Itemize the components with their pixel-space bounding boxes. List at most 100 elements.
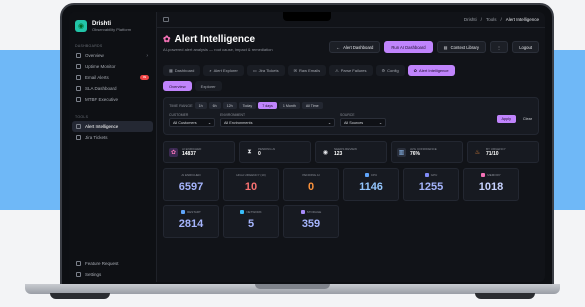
- breadcrumb-root[interactable]: Drishti: [464, 17, 477, 22]
- network-icon: [240, 210, 245, 214]
- card-value: 2814: [178, 218, 204, 230]
- tab-raw-emails[interactable]: ✉ Raw Emails: [287, 65, 327, 76]
- metric-card-storage[interactable]: STORAGE 359: [283, 205, 339, 238]
- apply-button[interactable]: Apply: [496, 115, 516, 123]
- alert-dashboard-label: Alert Dashboard: [343, 44, 374, 50]
- tab-label: Raw Emails: [299, 68, 321, 73]
- tab-label: Parse Failures: [340, 68, 367, 73]
- breadcrumb-separator: /: [480, 17, 482, 22]
- tab-parse-failures[interactable]: ⚠ Parse Failures: [329, 65, 373, 76]
- card-label: MEMORY: [487, 173, 501, 177]
- brain-icon: ✿: [163, 34, 171, 44]
- stat-value: 123: [334, 151, 343, 157]
- topbar: Drishti / Tools / Alert Intelligence: [157, 12, 545, 28]
- brain-icon: [76, 124, 81, 129]
- card-value: 5: [247, 218, 255, 230]
- sidebar-item-mtbf[interactable]: MTBF Executive: [72, 94, 153, 105]
- sidebar-item-label: SLA Dashboard: [85, 86, 117, 91]
- sidebar-item-settings[interactable]: Settings: [72, 269, 154, 280]
- metric-card-restart[interactable]: RESTART 2814: [163, 205, 219, 238]
- metric-grid: AI ENRICHED 6597 HIGH URGENCY (10) 10 PEND…: [163, 168, 539, 238]
- chevron-down-icon: ⌄: [207, 121, 211, 125]
- alert-dashboard-button[interactable]: ← Alert Dashboard: [328, 41, 381, 53]
- environment-select[interactable]: All Environments ⌄: [220, 118, 335, 127]
- tab-alert-explorer[interactable]: ⌕ Alert Explorer: [203, 65, 244, 76]
- bulb-icon: [76, 261, 81, 266]
- chart-icon: ▥: [397, 147, 406, 157]
- subtab-overview[interactable]: Overview: [163, 81, 192, 91]
- clock-icon: [76, 97, 81, 102]
- time-range-row: TIME RANGE 1h 6h 12h Today 7 days 1 Mont…: [169, 102, 533, 109]
- section-label-tools: TOOLS: [75, 115, 89, 119]
- card-value: 1146: [359, 181, 383, 193]
- metric-card-cpu[interactable]: CPU 1146: [343, 168, 399, 201]
- ticket-icon: ▭: [252, 68, 257, 73]
- sidebar: ◉ Drishti Observability Platform DASHBOA…: [69, 12, 157, 282]
- card-label: RESTART: [187, 210, 201, 214]
- sidebar-item-feature-request[interactable]: Feature Request: [72, 258, 154, 269]
- sidebar-item-label: MTBF Executive: [85, 97, 119, 102]
- stat-needs-review: ◉ NEEDS REVIEW 123: [315, 141, 387, 163]
- stat-ai-enriched: ✿ AI ENRICHED 14837: [163, 141, 235, 163]
- subtab-explorer[interactable]: Explorer: [194, 81, 222, 91]
- page-title-text: Alert Intelligence: [174, 34, 256, 45]
- metric-card-network[interactable]: NETWORK 5: [223, 205, 279, 238]
- breadcrumb-tools[interactable]: Tools: [486, 17, 497, 22]
- tab-label: Alert Explorer: [213, 68, 238, 73]
- environment-label: ENVIRONMENT: [220, 113, 246, 117]
- tab-config[interactable]: ⚙ Config: [375, 65, 405, 76]
- range-chip-today[interactable]: Today: [238, 102, 257, 109]
- cpu-icon: [364, 173, 369, 177]
- range-chip-alltime[interactable]: All Time: [301, 102, 323, 109]
- card-value: 10: [244, 181, 258, 193]
- logout-button[interactable]: Logout: [512, 41, 539, 53]
- subtab-label: Explorer: [200, 83, 216, 89]
- brain-icon: ✿: [169, 147, 178, 157]
- sidebar-item-email-alerts[interactable]: Email Alerts 99: [72, 72, 153, 83]
- range-chip-1h[interactable]: 1h: [194, 102, 207, 109]
- brand[interactable]: ◉ Drishti Observability Platform: [69, 12, 156, 40]
- range-chip-12h[interactable]: 12h: [222, 102, 237, 109]
- metric-card-high-urgency[interactable]: HIGH URGENCY (10) 10: [223, 168, 279, 201]
- camera-notch: [283, 12, 331, 21]
- stat-value: 0: [258, 151, 261, 157]
- tab-alert-intelligence[interactable]: ✿ Alert Intelligence: [407, 65, 455, 76]
- tab-label: Jira Tickets: [258, 68, 279, 73]
- sidebar-item-alert-intelligence[interactable]: Alert Intelligence: [72, 121, 153, 132]
- card-value: 359: [301, 218, 321, 230]
- tab-label: Dashboard: [174, 68, 195, 73]
- metric-card-pending-ai[interactable]: PENDING AI 0: [283, 168, 339, 201]
- laptop-foot-right: [475, 293, 535, 299]
- laptop-foot-left: [50, 293, 110, 299]
- range-chip-6h[interactable]: 6h: [208, 102, 221, 109]
- laptop-screen: ◉ Drishti Observability Platform DASHBOA…: [69, 12, 545, 282]
- customer-select[interactable]: All Customers ⌄: [169, 118, 215, 127]
- metric-card-ai-enriched[interactable]: AI ENRICHED 6597: [163, 168, 219, 201]
- metric-card-memory[interactable]: MEMORY 1018: [463, 168, 519, 201]
- stat-value: 14837: [182, 151, 196, 157]
- laptop-base: [0, 284, 585, 302]
- tab-jira[interactable]: ▭ Jira Tickets: [246, 65, 285, 76]
- context-library-button[interactable]: ▤ Context Library: [436, 41, 486, 53]
- sidebar-item-jira[interactable]: Jira Tickets: [72, 132, 153, 143]
- laptop-opening-lip: [255, 284, 330, 289]
- metric-card-gpu[interactable]: GPU 1255: [403, 168, 459, 201]
- sidebar-item-uptime[interactable]: Uptime Monitor: [72, 61, 153, 72]
- clear-button[interactable]: Clear: [523, 115, 532, 123]
- range-chip-7days[interactable]: 7 days: [258, 102, 277, 109]
- filter-selects: CUSTOMER All Customers ⌄ ENVIRONMENT All …: [169, 113, 533, 127]
- sidebar-toggle-icon[interactable]: [163, 17, 169, 22]
- customer-value: All Customers: [173, 120, 197, 125]
- more-button[interactable]: ⋮: [490, 41, 509, 53]
- mail-icon: [76, 75, 81, 80]
- sidebar-item-sla[interactable]: SLA Dashboard: [72, 83, 153, 94]
- run-ai-button[interactable]: Run AI Dashboard: [384, 41, 433, 53]
- tab-label: Alert Intelligence: [419, 68, 449, 73]
- source-select[interactable]: All Sources ⌄: [340, 118, 386, 127]
- breadcrumb-current: Alert Intelligence: [505, 17, 539, 22]
- subtab-label: Overview: [169, 83, 186, 89]
- warning-icon: ⚠: [335, 68, 339, 73]
- range-chip-1month[interactable]: 1 Month: [278, 102, 300, 109]
- sidebar-item-overview[interactable]: Overview ›: [72, 50, 153, 61]
- tab-dashboard[interactable]: ▦ Dashboard: [163, 65, 201, 76]
